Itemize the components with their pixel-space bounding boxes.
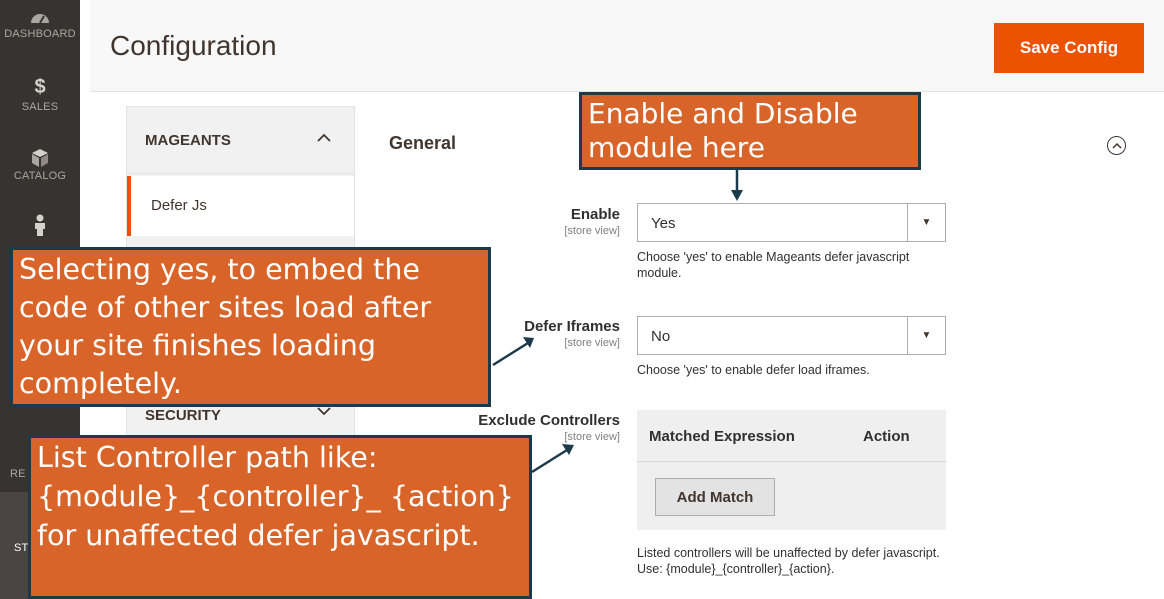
callout-enable: Enable and Disable module here bbox=[579, 92, 921, 170]
callout-defer-iframes: Selecting yes, to embed the code of othe… bbox=[10, 247, 491, 407]
callout-exclude-controllers: List Controller path like: {module}_{con… bbox=[28, 435, 532, 599]
